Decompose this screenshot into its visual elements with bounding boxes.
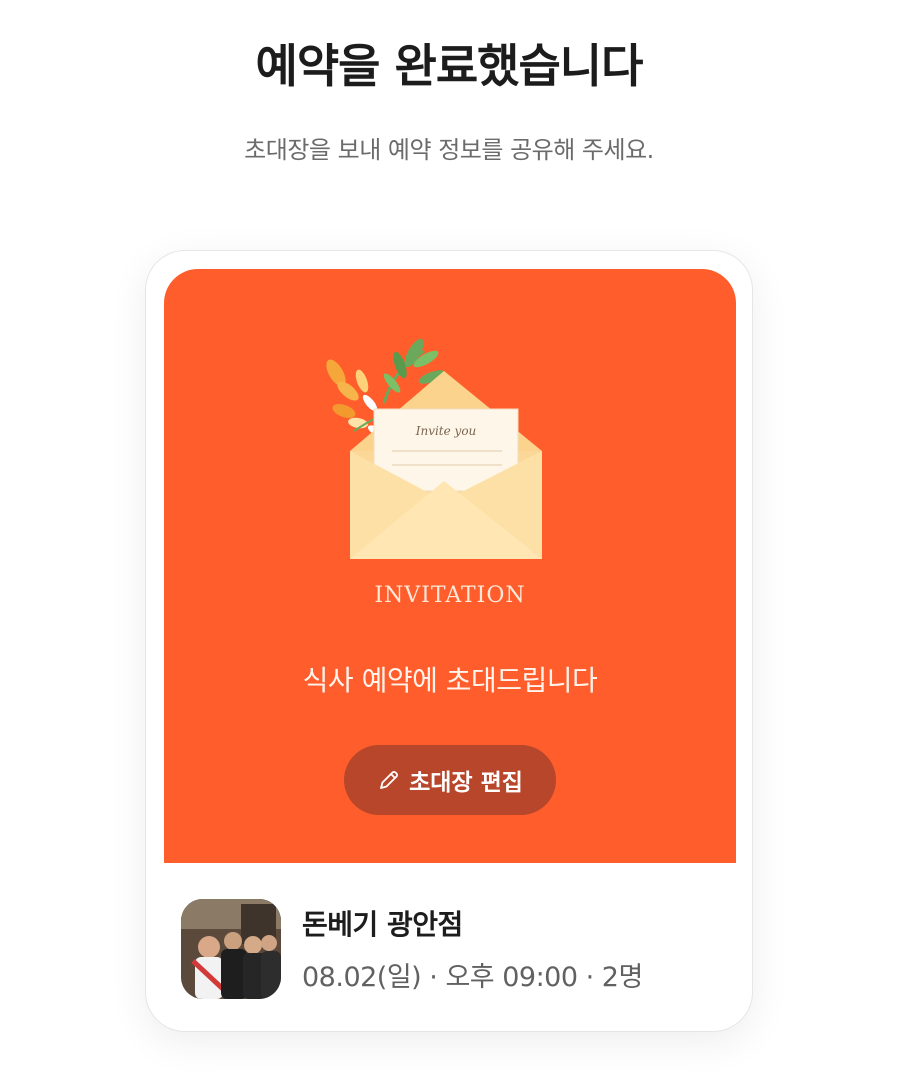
reservation-summary: 돈베기 광안점 08.02(일) · 오후 09:00 · 2명 [164,863,736,1013]
letter-text: Invite you [415,424,477,438]
restaurant-name: 돈베기 광안점 [302,908,463,941]
page-title: 예약을 완료했습니다 [255,39,644,93]
edit-invitation-button[interactable]: 초대장 편집 [344,745,556,815]
invitation-card: Invite you INVITATION 식사 예약에 초대드립니다 초대장 … [145,250,753,1032]
restaurant-photo [181,899,281,999]
invitation-word: INVITATION [374,583,526,608]
reservation-detail: 08.02(일) · 오후 09:00 · 2명 [302,962,643,993]
pencil-icon [377,768,401,792]
edit-invitation-label: 초대장 편집 [409,770,523,796]
invitation-preview: Invite you INVITATION 식사 예약에 초대드립니다 초대장 … [164,269,736,863]
envelope-illustration: Invite you [326,338,542,559]
invitation-message: 식사 예약에 초대드립니다 [302,664,598,697]
reservation-complete-page: 예약을 완료했습니다 초대장을 보내 예약 정보를 공유해 주세요. Invit… [0,0,898,1088]
page-subtitle: 초대장을 보내 예약 정보를 공유해 주세요. [244,136,654,164]
